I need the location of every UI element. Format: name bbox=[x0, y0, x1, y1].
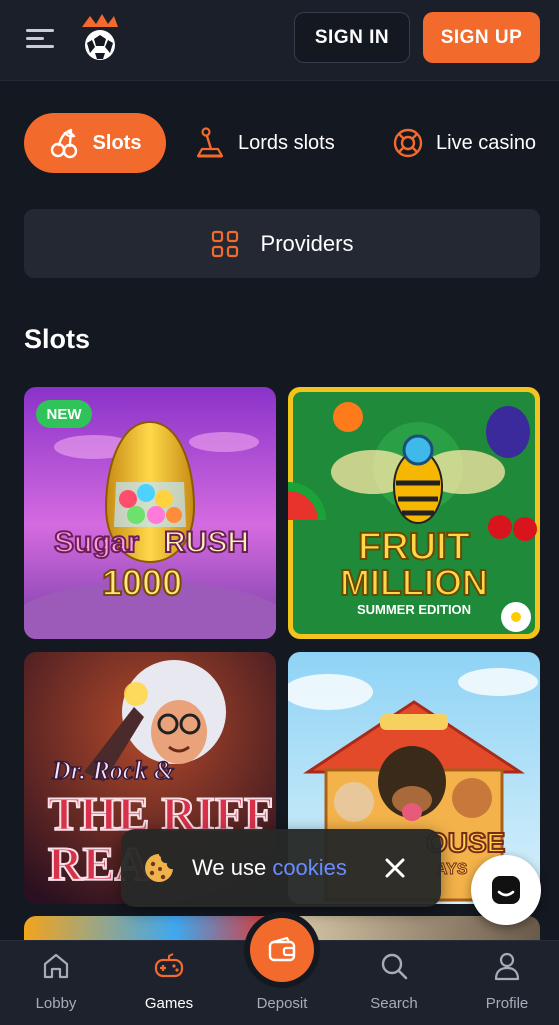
logo-text: 1000 bbox=[102, 562, 182, 603]
tab-slots[interactable]: Slots bbox=[24, 113, 166, 173]
new-badge: NEW bbox=[36, 400, 92, 428]
nav-label: Lobby bbox=[35, 995, 77, 1012]
tab-label: Live casino bbox=[436, 131, 537, 154]
section-title: Slots bbox=[24, 324, 91, 354]
site-logo-icon[interactable] bbox=[78, 13, 122, 63]
cookies-link[interactable]: cookies bbox=[272, 855, 347, 880]
game-card-partial[interactable] bbox=[24, 916, 276, 940]
user-icon bbox=[494, 952, 520, 981]
sign-up-button[interactable]: SIGN UP bbox=[423, 12, 540, 63]
search-icon bbox=[381, 953, 408, 980]
cookie-banner: We use cookies bbox=[121, 829, 441, 907]
cherries-icon bbox=[50, 128, 77, 159]
close-icon[interactable] bbox=[383, 856, 407, 880]
nav-profile[interactable]: Profile bbox=[457, 941, 557, 1025]
providers-button[interactable]: Providers bbox=[24, 209, 540, 278]
joystick-icon bbox=[196, 127, 224, 158]
category-tabs: Slots Lords slots Live casino bbox=[0, 113, 559, 175]
nav-label: Deposit bbox=[256, 995, 308, 1012]
game-card-sugar-rush[interactable]: Sugar RUSH 1000 NEW bbox=[24, 387, 276, 639]
nav-label: Profile bbox=[485, 995, 529, 1012]
nav-games[interactable]: Games bbox=[119, 941, 219, 1025]
wallet-icon bbox=[268, 936, 296, 962]
tab-lords-slots[interactable]: Lords slots bbox=[194, 113, 335, 173]
home-icon bbox=[43, 953, 69, 979]
chat-icon bbox=[492, 876, 520, 904]
sign-in-button[interactable]: SIGN IN bbox=[294, 12, 410, 63]
logo-text: RUSH bbox=[164, 526, 249, 559]
game-thumbnail: FRUIT MILLION SUMMER EDITION bbox=[288, 387, 540, 639]
logo-text: SUMMER EDITION bbox=[357, 602, 471, 617]
deposit-button[interactable] bbox=[250, 918, 314, 982]
cookie-text: We use cookies bbox=[192, 855, 347, 881]
grid-icon bbox=[211, 230, 238, 257]
cookie-icon bbox=[145, 854, 173, 882]
tab-live-casino[interactable]: Live casino bbox=[392, 113, 536, 173]
nav-search[interactable]: Search bbox=[344, 941, 444, 1025]
cookie-prefix: We use bbox=[192, 855, 267, 880]
nav-label: Games bbox=[144, 995, 194, 1012]
logo-text: MILLION bbox=[340, 562, 488, 603]
lifebuoy-icon bbox=[393, 128, 423, 158]
top-header: SIGN IN SIGN UP bbox=[0, 0, 559, 81]
menu-icon[interactable] bbox=[24, 24, 58, 52]
tab-label: Lords slots bbox=[238, 131, 335, 154]
tab-label: Slots bbox=[92, 131, 142, 154]
logo-text: Dr. Rock & bbox=[51, 756, 174, 785]
nav-label: Search bbox=[370, 995, 418, 1012]
chat-button[interactable] bbox=[471, 855, 541, 925]
gamepad-icon bbox=[154, 953, 184, 978]
providers-label: Providers bbox=[260, 230, 354, 256]
game-card-fruit-million[interactable]: FRUIT MILLION SUMMER EDITION bbox=[288, 387, 540, 639]
nav-lobby[interactable]: Lobby bbox=[6, 941, 106, 1025]
logo-text: Sugar bbox=[54, 526, 139, 559]
